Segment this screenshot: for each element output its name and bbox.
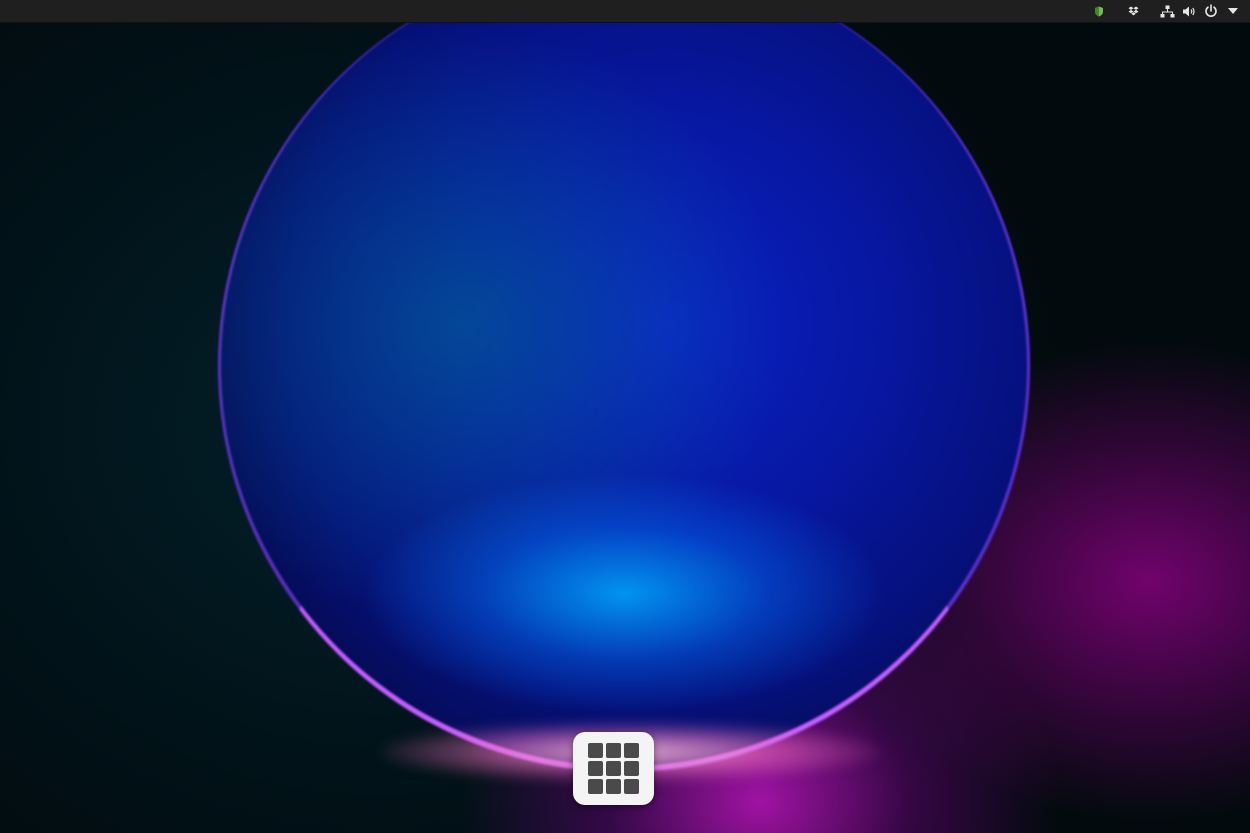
- app-grid-icon: [588, 743, 639, 794]
- system-tray: [1088, 0, 1244, 22]
- top-panel: [0, 0, 1250, 23]
- volume-icon[interactable]: [1178, 0, 1200, 22]
- shield-icon[interactable]: [1088, 0, 1110, 22]
- wallpaper-orb-rim: [218, 0, 1030, 772]
- desktop-screen: [0, 0, 1250, 833]
- power-icon[interactable]: [1200, 0, 1222, 22]
- show-applications-button[interactable]: [573, 732, 654, 805]
- desktop-wallpaper: [0, 0, 1250, 833]
- chevron-down-icon[interactable]: [1222, 0, 1244, 22]
- network-icon[interactable]: [1156, 0, 1178, 22]
- dropbox-icon[interactable]: [1122, 0, 1144, 22]
